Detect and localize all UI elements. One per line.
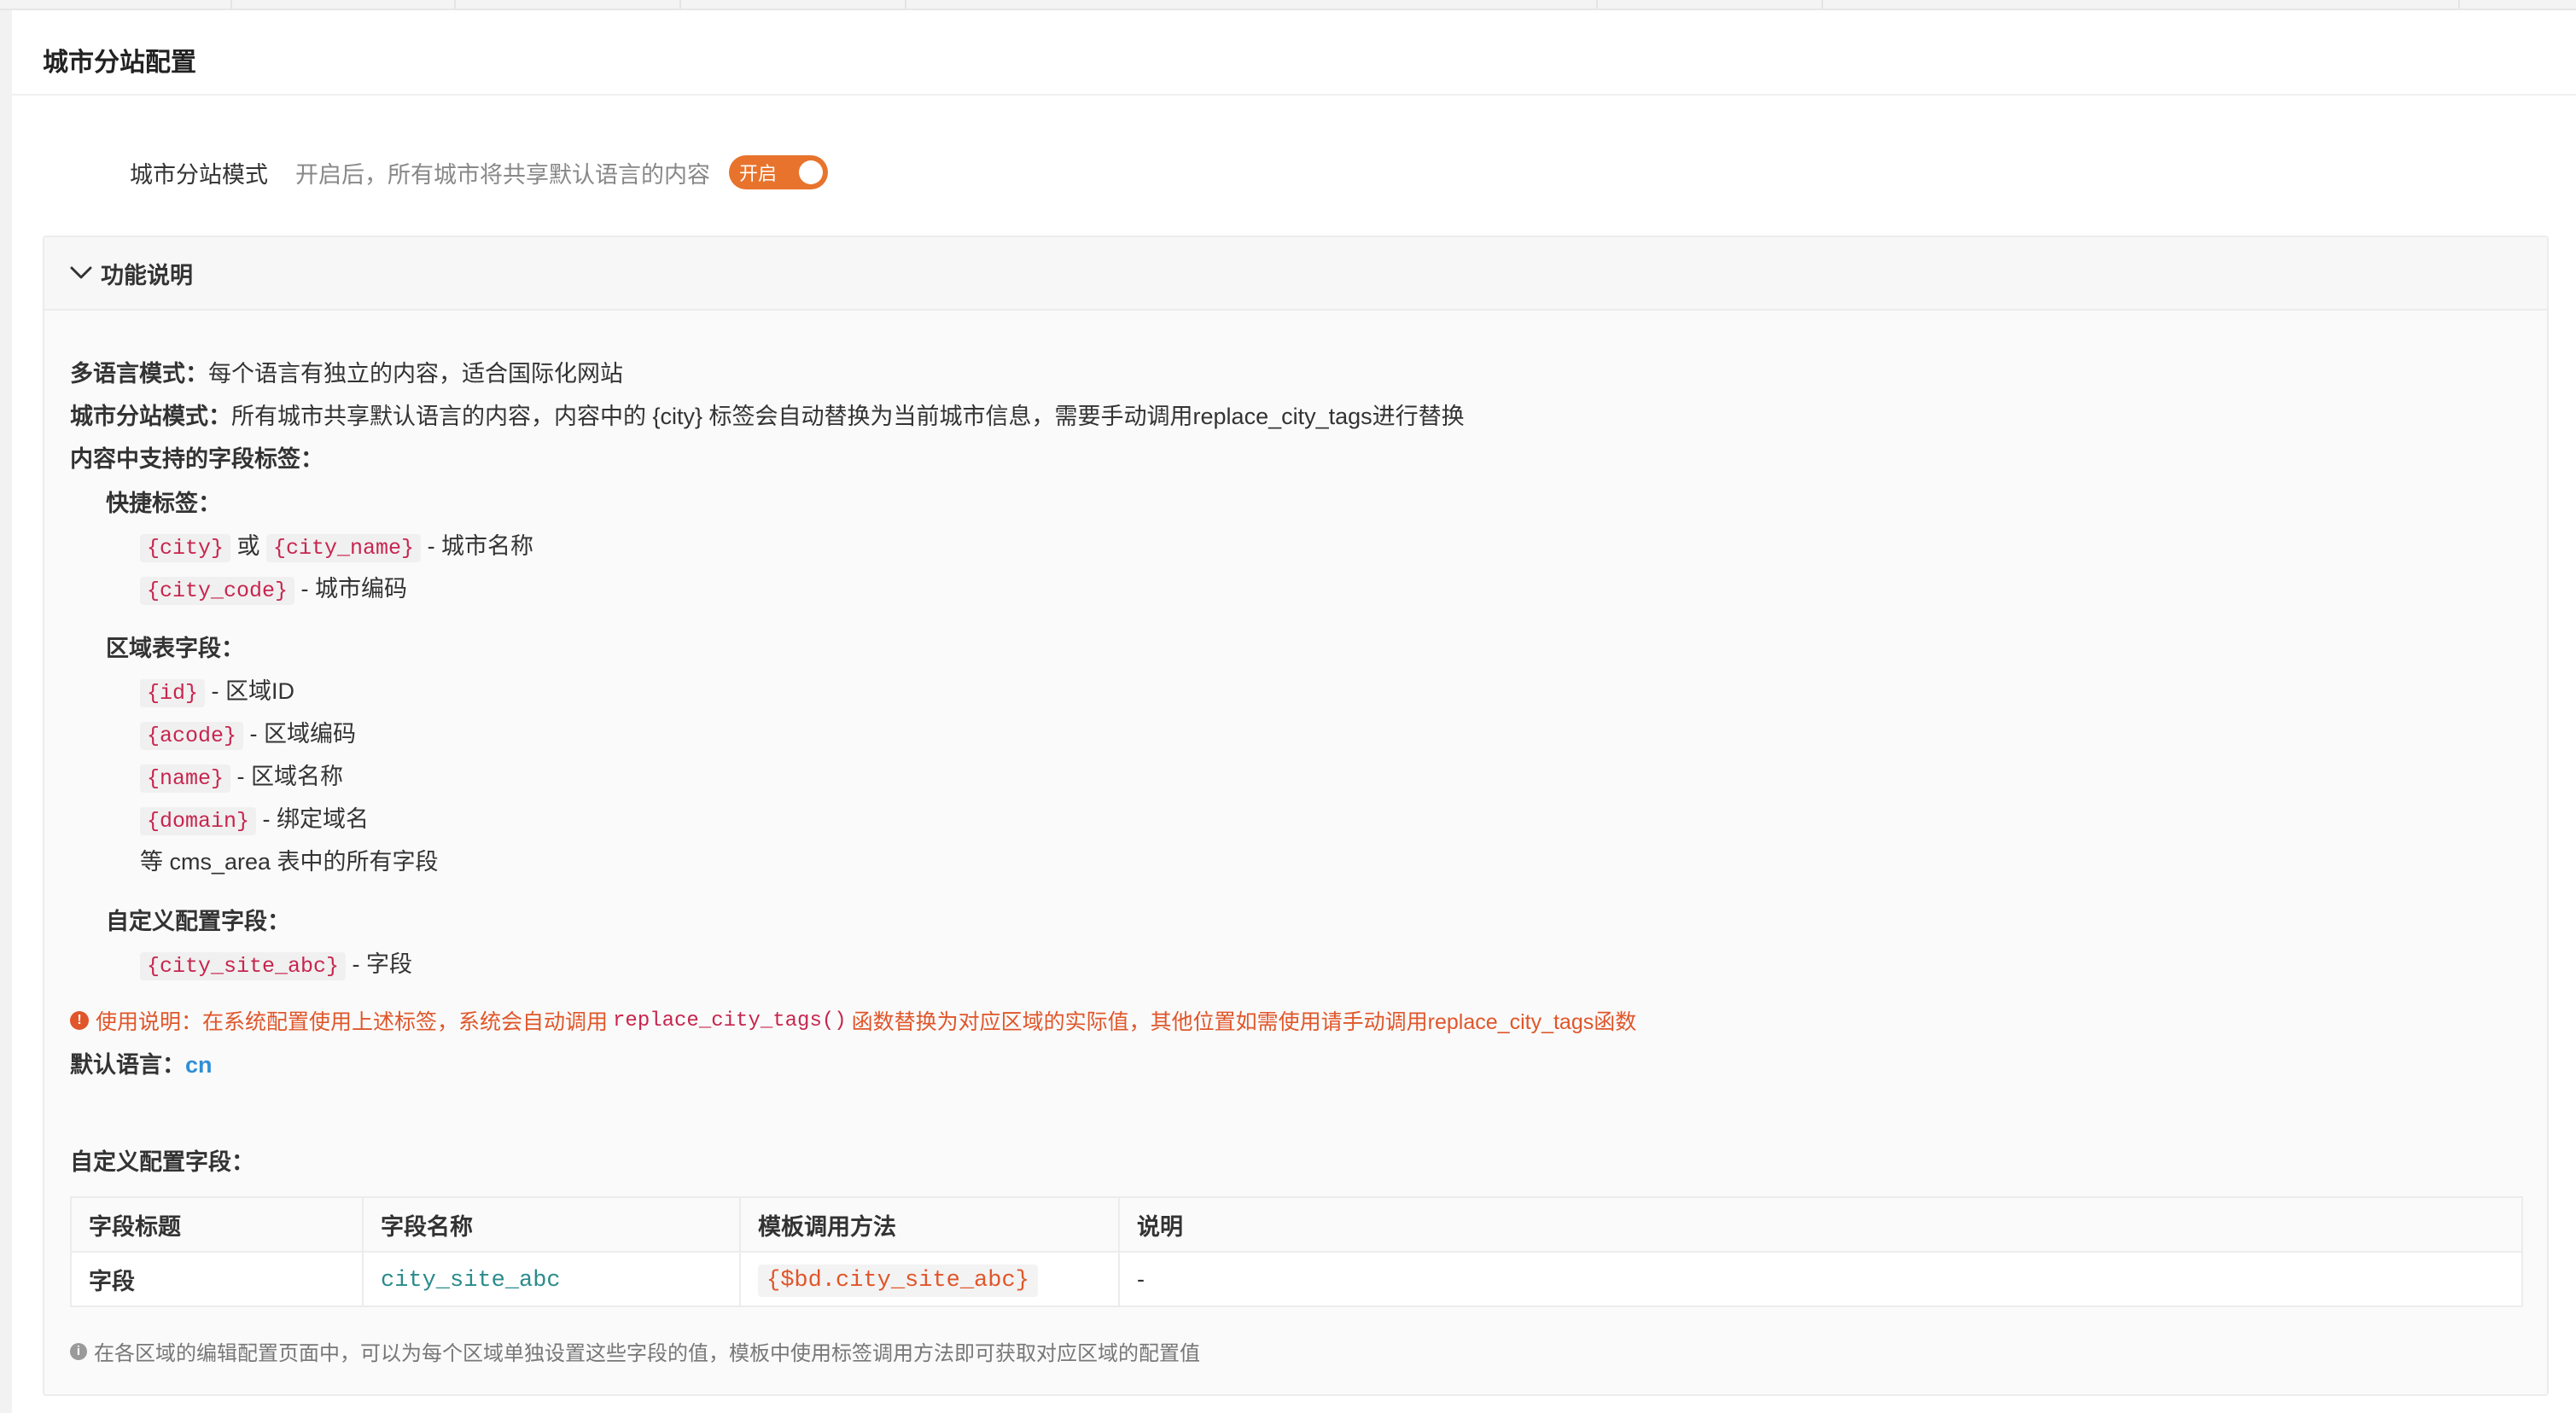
default-lang-line: 默认语言：cn bbox=[70, 1046, 213, 1079]
tab-divider bbox=[1821, 0, 1823, 9]
tag-separator: 或 bbox=[230, 533, 267, 559]
column-header: 说明 bbox=[1118, 1196, 2523, 1253]
tag-desc: - 城市编码 bbox=[294, 576, 408, 602]
alert-circle-icon: ! bbox=[70, 1011, 89, 1030]
city-mode-desc-label: 城市分站模式： bbox=[70, 404, 231, 429]
city-mode-label: 城市分站模式 bbox=[130, 161, 268, 188]
switch-label: 开启 bbox=[739, 163, 778, 184]
table-row: 字段 city_site_abc {$bd.city_site_abc} - bbox=[70, 1251, 2523, 1307]
field-note-cell: - bbox=[1118, 1251, 2523, 1307]
tab-divider bbox=[230, 0, 232, 9]
tag-name: {name} bbox=[140, 765, 231, 793]
field-name-cell: city_site_abc bbox=[362, 1251, 741, 1307]
multi-lang-text: 每个语言有独立的内容，适合国际化网站 bbox=[208, 361, 623, 387]
switch-knob bbox=[799, 160, 823, 184]
multi-lang-line: 多语言模式：每个语言有独立的内容，适合国际化网站 bbox=[70, 355, 623, 388]
list-item: {acode} - 区域编码 bbox=[140, 715, 357, 750]
tag-desc: - 字段 bbox=[346, 951, 413, 977]
card-title: 城市分站配置 bbox=[43, 49, 196, 77]
tag-desc: - 区域ID bbox=[205, 678, 295, 704]
field-method-cell: {$bd.city_site_abc} bbox=[739, 1251, 1120, 1307]
tag-city: {city} bbox=[140, 534, 231, 562]
custom-fields-title: 自定义配置字段： bbox=[70, 1149, 254, 1175]
tab-divider bbox=[454, 0, 456, 9]
column-header: 模板调用方法 bbox=[739, 1196, 1120, 1253]
footnote: i 在各区域的编辑配置页面中，可以为每个区域单独设置这些字段的值，模板中使用标签… bbox=[70, 1336, 1200, 1366]
custom-fields-table: 字段标题 字段名称 模板调用方法 说明 字段 city_site_abc {$b… bbox=[70, 1196, 2523, 1307]
tag-desc: - 绑定域名 bbox=[256, 806, 370, 832]
default-lang-label: 默认语言： bbox=[70, 1052, 185, 1078]
multi-lang-label: 多语言模式： bbox=[70, 361, 208, 387]
usage-prefix: 使用说明：在系统配置使用上述标签，系统会自动调用 bbox=[96, 1010, 609, 1034]
chevron-down-icon[interactable] bbox=[68, 260, 94, 286]
footnote-text: 在各区域的编辑配置页面中，可以为每个区域单独设置这些字段的值，模板中使用标签调用… bbox=[94, 1342, 1200, 1365]
city-mode-switch[interactable]: 开启 bbox=[729, 155, 828, 189]
feature-description-panel: 功能说明 多语言模式：每个语言有独立的内容，适合国际化网站 城市分站模式：所有城… bbox=[43, 236, 2549, 1396]
tag-desc: - 城市名称 bbox=[421, 533, 534, 559]
tag-desc: - 区域编码 bbox=[243, 721, 357, 747]
tab-divider bbox=[679, 0, 681, 9]
city-mode-line: 城市分站模式：所有城市共享默认语言的内容，内容中的 {city} 标签会自动替换… bbox=[70, 398, 1465, 431]
custom-title: 自定义配置字段： bbox=[106, 909, 290, 934]
list-item: {domain} - 绑定域名 bbox=[140, 800, 370, 835]
tab-divider bbox=[1596, 0, 1598, 9]
tag-city-code: {city_code} bbox=[140, 577, 295, 605]
city-mode-hint: 开启后，所有城市将共享默认语言的内容 bbox=[295, 161, 710, 188]
shortcut-title: 快捷标签： bbox=[106, 491, 221, 516]
tag-domain: {domain} bbox=[140, 807, 257, 835]
table-header-row: 字段标题 字段名称 模板调用方法 说明 bbox=[70, 1196, 2523, 1253]
tag-city-name: {city_name} bbox=[266, 534, 422, 562]
city-mode-desc-text: 所有城市共享默认语言的内容，内容中的 {city} 标签会自动替换为当前城市信息… bbox=[231, 404, 1465, 429]
info-circle-icon: i bbox=[70, 1342, 87, 1360]
usage-note: ! 使用说明：在系统配置使用上述标签，系统会自动调用 replace_city_… bbox=[70, 1005, 1636, 1036]
collapse-header[interactable]: 功能说明 bbox=[44, 237, 2547, 311]
collapse-title: 功能说明 bbox=[101, 262, 193, 288]
tab-divider bbox=[2458, 0, 2460, 9]
field-title-cell: 字段 bbox=[70, 1251, 364, 1307]
top-tab-strip bbox=[0, 0, 2576, 10]
list-item: {city_site_abc} - 字段 bbox=[140, 945, 413, 980]
list-item: {city} 或 {city_name} - 城市名称 bbox=[140, 527, 534, 562]
usage-func: replace_city_tags() bbox=[613, 1009, 847, 1032]
area-title: 区域表字段： bbox=[106, 636, 244, 661]
tag-city-site-abc: {city_site_abc} bbox=[140, 952, 347, 980]
area-more: 等 cms_area 表中的所有字段 bbox=[140, 849, 439, 875]
column-header: 字段名称 bbox=[362, 1196, 741, 1253]
default-lang-value: cn bbox=[185, 1052, 213, 1078]
field-method-value: {$bd.city_site_abc} bbox=[758, 1264, 1038, 1297]
tag-acode: {acode} bbox=[140, 722, 244, 750]
list-item: {id} - 区域ID bbox=[140, 672, 295, 707]
column-header: 字段标题 bbox=[70, 1196, 364, 1253]
field-name-value: city_site_abc bbox=[381, 1267, 561, 1294]
list-item: {city_code} - 城市编码 bbox=[140, 570, 408, 605]
list-item: {name} - 区域名称 bbox=[140, 758, 344, 793]
title-divider bbox=[12, 94, 2576, 96]
tab-divider bbox=[905, 0, 906, 9]
tag-id: {id} bbox=[140, 679, 206, 707]
config-card: 城市分站配置 城市分站模式 开启后，所有城市将共享默认语言的内容 开启 功能说明… bbox=[12, 10, 2576, 1413]
city-mode-row: 城市分站模式 开启后，所有城市将共享默认语言的内容 开启 bbox=[130, 154, 828, 191]
usage-suffix: 函数替换为对应区域的实际值，其他位置如需使用请手动调用replace_city_… bbox=[851, 1010, 1637, 1034]
tag-desc: - 区域名称 bbox=[230, 764, 344, 789]
supported-tags-title: 内容中支持的字段标签： bbox=[70, 446, 323, 472]
